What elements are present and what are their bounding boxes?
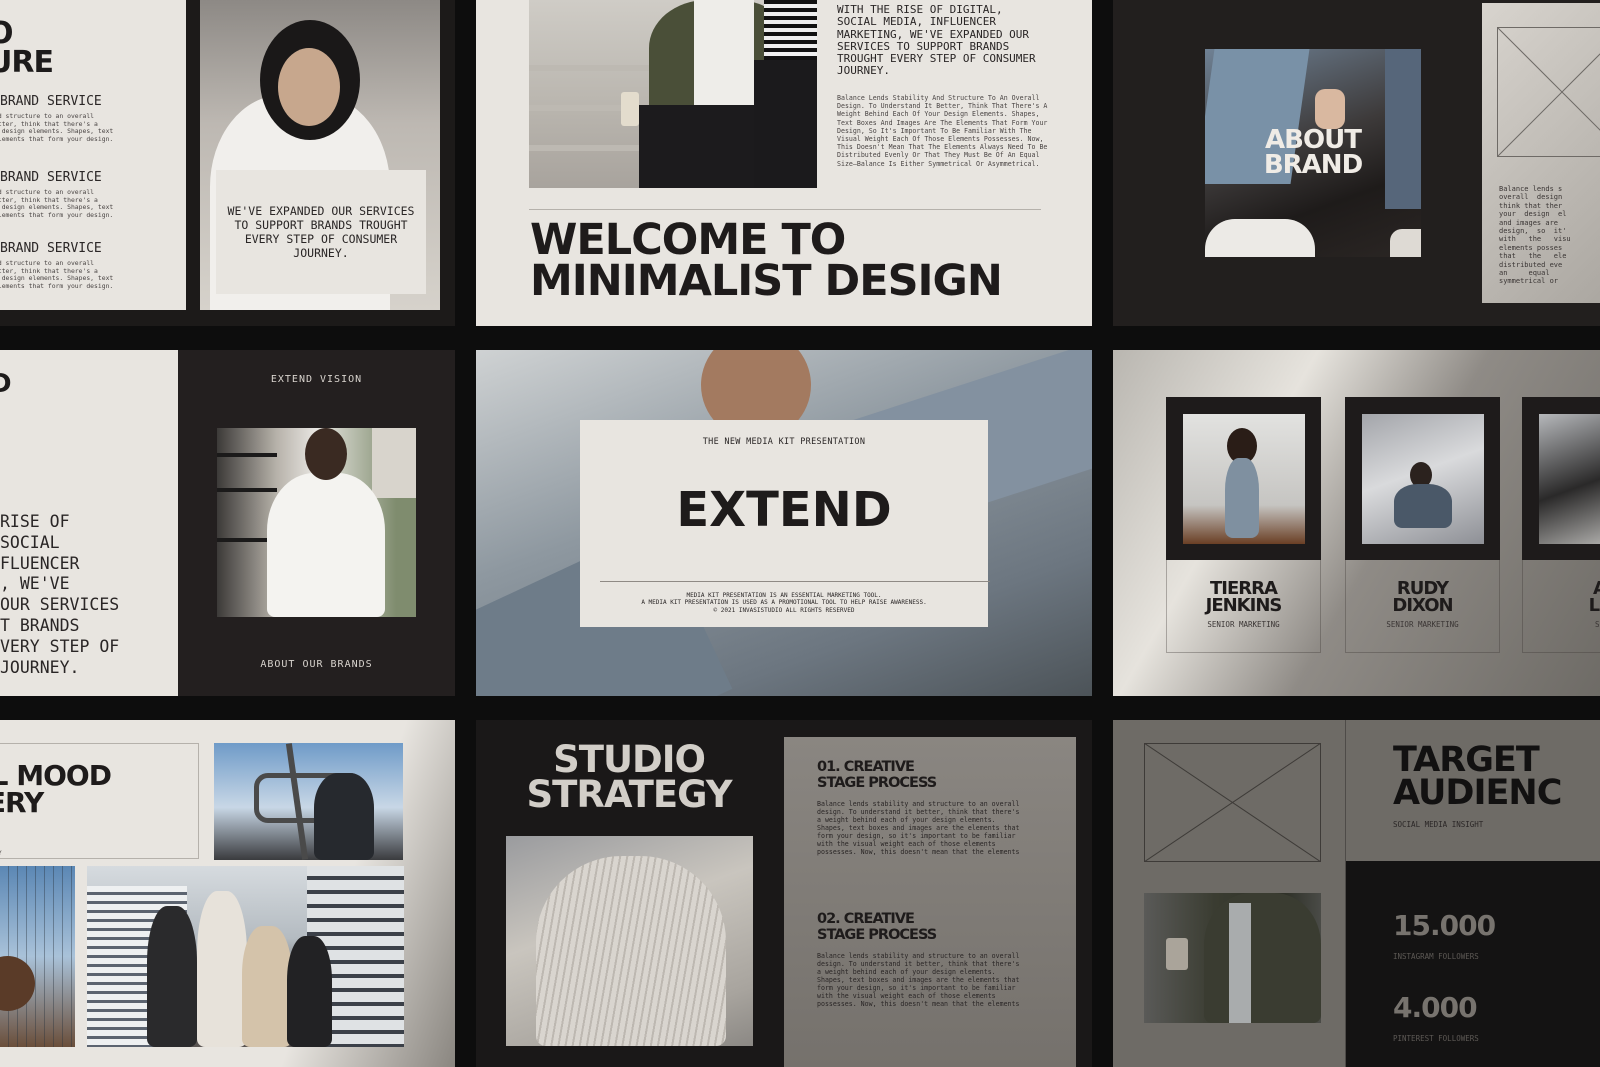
slide-team[interactable]: TIERRA JENKINS SENIOR MARKETING RUDY DIX… bbox=[1113, 350, 1600, 696]
mood-title: AL MOOD LERY bbox=[0, 759, 112, 819]
cover-card: THE NEW MEDIA KIT PRESENTATION EXTEND ME… bbox=[580, 420, 990, 627]
fine-line-3: © 2021 INVASISTUDIO ALL RIGHTS RESERVED bbox=[713, 606, 855, 614]
slide-mood-gallery[interactable]: AL MOOD LERY Y bbox=[0, 720, 455, 1067]
service-body: nd structure to an overall etter, think … bbox=[0, 259, 114, 290]
slide-brand-service[interactable]: O URE BRAND SERVICE nd structure to an o… bbox=[0, 0, 455, 326]
label-about-our-brands: ABOUT OUR BRANDS bbox=[260, 659, 373, 670]
strategy-title-line-1: STUDIO bbox=[553, 738, 706, 781]
about-brand-title: ABOUT BRAND bbox=[1263, 125, 1363, 180]
photo-jacket-coffee bbox=[1144, 893, 1321, 1023]
image-placeholder-icon bbox=[1144, 743, 1321, 862]
slide-about-brand[interactable]: ABOUT BRAND Balance lends s overall desi… bbox=[1113, 0, 1600, 326]
member-role: SENIOR MARKETING bbox=[1207, 620, 1280, 630]
photo-climbing-frame bbox=[214, 743, 403, 860]
fine-line-1: MEDIA KIT PRESENTATION IS AN ESSENTIAL M… bbox=[686, 592, 882, 599]
strategy-steps-panel: 01. CREATIVE STAGE PROCESS Balance lends… bbox=[784, 737, 1076, 1067]
step-body: Balance lends stability and structure to… bbox=[817, 952, 1020, 1008]
member-info: A LE SE bbox=[1522, 560, 1600, 653]
divider bbox=[529, 209, 1041, 210]
member-frame bbox=[1345, 397, 1500, 560]
cover-kicker: THE NEW MEDIA KIT PRESENTATION bbox=[702, 437, 866, 447]
team-member-card[interactable]: TIERRA JENKINS SENIOR MARKETING bbox=[1166, 397, 1321, 653]
audience-subtitle: SOCIAL MEDIA INSIGHT bbox=[1393, 820, 1484, 829]
side-text: Balance lends s overall design think tha… bbox=[1499, 185, 1571, 286]
mood-subtitle: Y bbox=[0, 850, 2, 857]
member-info: RUDY DIXON SENIOR MARKETING bbox=[1345, 560, 1500, 653]
side-panel: Balance lends s overall design think tha… bbox=[1482, 3, 1600, 303]
member-photo bbox=[1183, 414, 1305, 544]
member-photo bbox=[1362, 414, 1484, 544]
vision-title: D bbox=[0, 371, 12, 397]
slide-extend-vision[interactable]: D RISE OF SOCIAL FLUENCER , WE'VE OUR SE… bbox=[0, 350, 455, 696]
member-name: TIERRA JENKINS bbox=[1205, 578, 1283, 617]
member-photo bbox=[1539, 414, 1600, 544]
service-body: nd structure to an overall etter, think … bbox=[0, 188, 114, 219]
stat-value: 15.000 bbox=[1393, 909, 1496, 942]
team-member-card[interactable]: RUDY DIXON SENIOR MARKETING bbox=[1345, 397, 1500, 653]
audience-stats: 15.000 INSTAGRAM FOLLOWERS 4.000 PINTERE… bbox=[1346, 861, 1600, 1067]
member-role: SE bbox=[1594, 620, 1600, 630]
vision-text-panel: D RISE OF SOCIAL FLUENCER , WE'VE OUR SE… bbox=[0, 350, 178, 696]
member-info: TIERRA JENKINS SENIOR MARKETING bbox=[1166, 560, 1321, 653]
strategy-title: STUDIO STRATEGY bbox=[484, 738, 774, 817]
photo-glass-building bbox=[0, 866, 75, 1047]
photo-knit-sweater bbox=[506, 836, 753, 1046]
stat-value: 4.000 bbox=[1393, 991, 1478, 1024]
welcome-intro: WITH THE RISE OF DIGITAL, SOCIAL MEDIA, … bbox=[837, 3, 1036, 78]
photo-coffee-steps bbox=[529, 0, 817, 188]
stat-label: INSTAGRAM FOLLOWERS bbox=[1393, 952, 1479, 961]
welcome-body: Balance Lends Stability And Structure To… bbox=[837, 94, 1048, 168]
step-body: Balance lends stability and structure to… bbox=[817, 800, 1020, 856]
photo-white-tee bbox=[217, 428, 416, 617]
cover-brand: EXTEND bbox=[676, 482, 892, 538]
member-name: RUDY DIXON bbox=[1392, 578, 1453, 617]
cover-divider bbox=[600, 581, 990, 582]
stat-label: PINTEREST FOLLOWERS bbox=[1393, 1034, 1479, 1043]
strategy-title-line-2: STRATEGY bbox=[526, 773, 732, 817]
welcome-headline: WELCOME TO MINIMALIST DESIGN bbox=[530, 215, 1003, 306]
step-title: 01. CREATIVE STAGE PROCESS bbox=[817, 759, 937, 791]
headline-line-1: WELCOME TO bbox=[530, 215, 846, 265]
vision-paragraph: RISE OF SOCIAL FLUENCER , WE'VE OUR SERV… bbox=[0, 512, 120, 677]
member-name: A LE bbox=[1588, 578, 1600, 617]
slide-studio-strategy[interactable]: STUDIO STRATEGY 01. CREATIVE STAGE PROCE… bbox=[476, 720, 1092, 1067]
member-frame bbox=[1522, 397, 1600, 560]
label-extend-vision: EXTEND VISION bbox=[270, 374, 363, 385]
photo-group-buildings bbox=[87, 866, 404, 1047]
image-placeholder-icon bbox=[1497, 27, 1600, 157]
member-frame bbox=[1166, 397, 1321, 560]
service-panel: O URE BRAND SERVICE nd structure to an o… bbox=[0, 0, 186, 310]
member-role: SENIOR MARKETING bbox=[1386, 620, 1459, 630]
slide-welcome[interactable]: WITH THE RISE OF DIGITAL, SOCIAL MEDIA, … bbox=[476, 0, 1092, 326]
service-body: nd structure to an overall etter, think … bbox=[0, 112, 114, 143]
service-heading: BRAND SERVICE bbox=[0, 170, 102, 185]
audience-title: TARGET AUDIENC bbox=[1393, 740, 1562, 814]
quote-card: WE'VE EXPANDED OUR SERVICES TO SUPPORT B… bbox=[216, 170, 426, 294]
slide-target-audience[interactable]: TARGET AUDIENC SOCIAL MEDIA INSIGHT 15.0… bbox=[1113, 720, 1600, 1067]
slide-cover-extend[interactable]: THE NEW MEDIA KIT PRESENTATION EXTEND ME… bbox=[476, 350, 1092, 696]
service-heading: BRAND SERVICE bbox=[0, 241, 102, 256]
step-title: 02. CREATIVE STAGE PROCESS bbox=[817, 911, 937, 943]
cover-fine-print: MEDIA KIT PRESENTATION IS AN ESSENTIAL M… bbox=[580, 592, 988, 614]
service-heading: BRAND SERVICE bbox=[0, 94, 102, 109]
service-title: O URE bbox=[0, 19, 54, 80]
fine-line-2: A MEDIA KIT PRESENTATION IS USED AS A PR… bbox=[641, 599, 927, 607]
team-member-card[interactable]: A LE SE bbox=[1522, 397, 1600, 653]
headline-line-2: MINIMALIST DESIGN bbox=[530, 255, 1003, 306]
